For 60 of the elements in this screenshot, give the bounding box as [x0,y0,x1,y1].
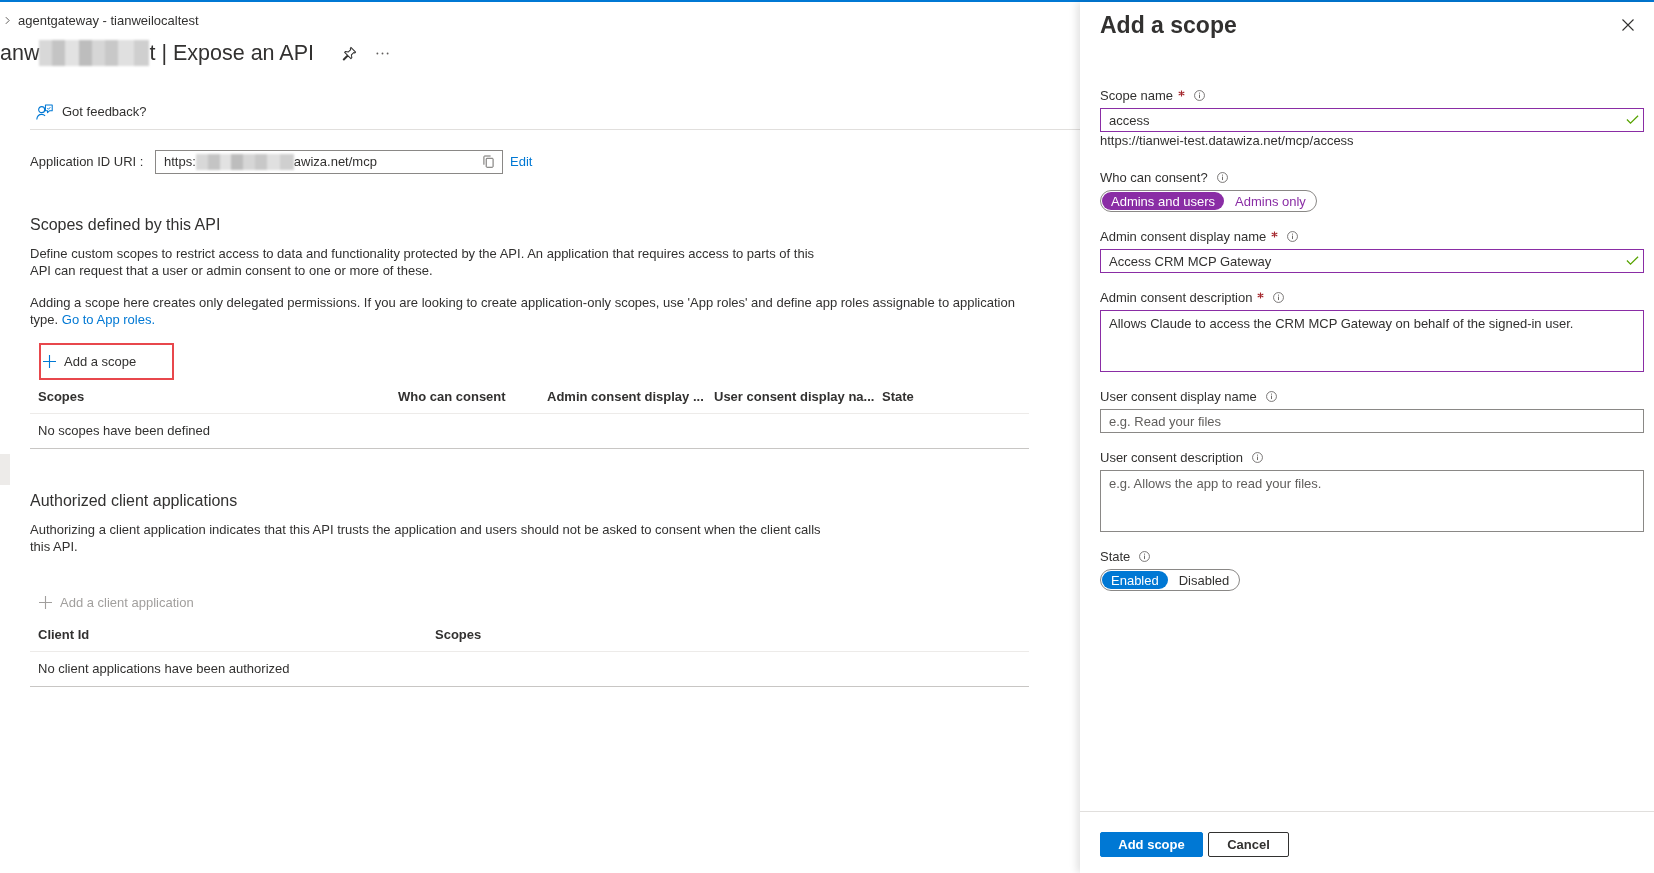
text-field[interactable]: e.g. Read your files [1100,409,1644,433]
scope-uri-text: https://tianwei-test.datawiza.net/mcp/access [1100,132,1355,149]
page-title: anw [0,40,40,67]
close-icon[interactable] [1622,19,1634,31]
chevron-icon [5,15,10,25]
more-icon[interactable] [376,51,389,55]
text-area[interactable]: e.g. Allows the app to read your files. [1100,470,1644,532]
section-heading: Scopes defined by this API [30,214,222,235]
field-label: Admin consent description [1100,290,1253,305]
pin-icon[interactable] [342,45,357,61]
uri-text: https: [164,154,196,169]
info-icon [1216,172,1228,183]
plus-icon [39,596,52,609]
text-area[interactable]: Allows Claude to access the CRM MCP Gateway on behalf of the signed-in user. [1100,310,1644,372]
toggle-option[interactable]: Admins and users [1102,192,1225,210]
field-label: Who can consent? [1100,170,1208,185]
toggle-option[interactable]: Admins only [1226,192,1315,210]
column-header: Scopes [38,388,86,404]
section-heading: Authorized client applications [30,490,239,511]
empty-state-text: No scopes have been defined [38,423,210,438]
feedback-icon [36,103,53,120]
field-label: State [1100,549,1131,564]
column-header: Admin consent display ... [547,388,705,404]
uri-field[interactable]: https: awiza.net/mcp [155,149,503,174]
info-icon [1265,391,1277,402]
info-icon [1287,231,1299,242]
description-text: Authorizing a client application indicates that this API trusts the application and users should not be asked to consent when the client calls this API. [30,520,822,555]
panel-title: Add a scope [1100,11,1237,40]
empty-state-text: No client applications have been authorized [38,661,290,676]
description-text: Define custom scopes to restrict access to data and functionality protected by the API. An application that requires access to parts of this API can request that a user or admin consent to one or more of these. [30,244,816,279]
feedback-button[interactable]: Got feedback? [30,103,147,120]
column-header: State [882,388,915,404]
column-header: Client Id [38,626,91,642]
field-label: Admin consent display name [1100,229,1267,244]
field-label: User consent description [1100,450,1244,465]
field-label: Application ID URI : [30,154,145,169]
column-header: Who can consent [398,388,507,404]
toggle-option[interactable]: Enabled [1102,571,1168,589]
edit-link[interactable]: Edit [510,154,533,169]
text-field[interactable]: access [1100,108,1644,132]
field-label: User consent display name [1100,389,1257,404]
uri-text: awiza.net/mcp [293,154,377,169]
app-roles-link[interactable]: Go to App roles. [61,311,156,327]
field-label: Scope name [1100,88,1173,103]
plus-icon [43,354,56,368]
add-scope-button[interactable]: Add a scope [39,342,174,380]
info-icon [1252,452,1264,463]
info-icon [1139,551,1151,562]
column-header: User consent display na... [714,388,876,404]
add-scope-button[interactable]: Add scope [1100,832,1203,857]
toggle-option[interactable]: Disabled [1169,571,1239,589]
breadcrumb-link[interactable]: agentgateway - tianweilocaltest [18,12,199,28]
copy-icon[interactable] [483,155,494,168]
info-icon [1194,90,1205,101]
cancel-button[interactable]: Cancel [1208,832,1289,857]
info-icon [1273,292,1285,303]
page-title: t | Expose an API [149,40,314,67]
description-text: Adding a scope here creates only delegated permissions. If you are looking to create application-only scopes, use 'App roles' and define app roles assignable to application type. Go to App roles. [30,293,1015,328]
text-field[interactable]: Access CRM MCP Gateway [1100,249,1644,273]
column-header: Scopes [435,626,483,642]
